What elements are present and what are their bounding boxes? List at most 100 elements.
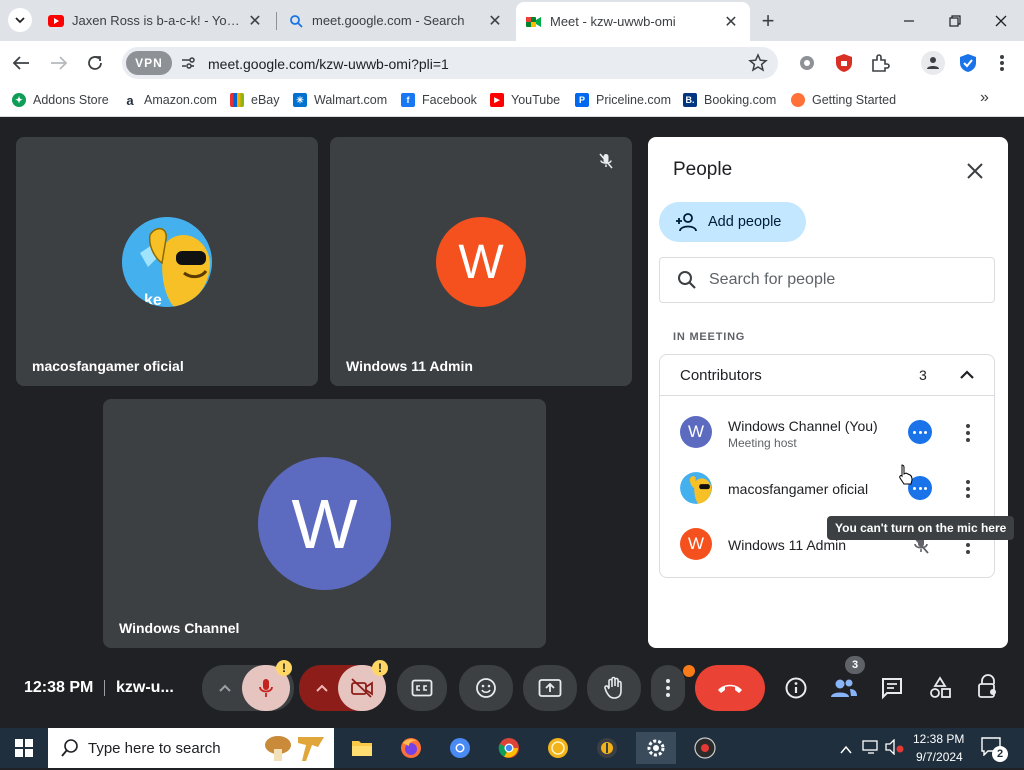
notification-count-badge: 2 [992,746,1008,762]
participant-name: Windows Channel [119,620,240,636]
close-panel-button[interactable] [962,158,988,184]
bookmark-booking[interactable]: B. Booking.com [683,90,776,110]
bookmark-facebook[interactable]: f Facebook [401,90,477,110]
close-window-button[interactable] [978,0,1024,41]
tab-meet[interactable]: Meet - kzw-uwwb-omi ✕ [516,2,750,41]
bookmark-label: Amazon.com [144,93,217,107]
start-button[interactable] [0,728,48,768]
panel-title: People [673,159,733,180]
tab-youtube[interactable]: Jaxen Ross is b-a-c-k! - YouTube ✕ [38,0,274,41]
meet-icon [526,14,542,30]
bookmark-priceline[interactable]: P Priceline.com [575,90,671,110]
bookmarks-overflow-button[interactable]: » [980,89,989,107]
reload-button[interactable] [80,48,110,78]
avatar: W [258,457,391,590]
meeting-code[interactable]: kzw-u... [116,679,174,697]
leave-call-button[interactable] [695,665,765,711]
emoji-icon [476,678,496,698]
forward-button[interactable] [44,48,74,78]
add-people-label: Add people [708,214,782,230]
browser-app-icon[interactable] [587,732,627,764]
bookmark-amazon[interactable]: a Amazon.com [123,90,217,110]
file-explorer-icon[interactable] [342,732,382,764]
activities-button[interactable] [928,676,952,700]
more-vert-icon[interactable] [966,422,970,443]
more-vert-icon[interactable] [966,478,970,499]
search-placeholder: Search for people [709,271,836,288]
new-tab-button[interactable]: + [756,8,780,33]
chrome-icon[interactable] [489,732,529,764]
priceline-icon: P [575,93,589,107]
tab-search[interactable]: meet.google.com - Search ✕ [278,0,514,41]
walmart-icon: ✳ [293,93,307,107]
settings-gear-icon[interactable] [636,732,676,764]
section-label: IN MEETING [673,331,746,343]
more-options-button[interactable] [651,665,685,711]
present-screen-icon [538,679,562,697]
participant-tile[interactable]: W Windows 11 Admin [330,137,632,386]
tab-title: Jaxen Ross is b-a-c-k! - YouTube [72,13,246,28]
avatar: W [680,416,712,448]
bookmark-getting-started[interactable]: Getting Started [791,90,896,110]
notification-dot [683,665,695,677]
recording-app-icon[interactable] [685,732,725,764]
cartoon-avatar: ke [122,217,212,307]
participant-tile[interactable]: ke macosfangamer oficial [16,137,318,386]
tab-search-dropdown-button[interactable] [8,8,32,32]
chevron-up-icon[interactable] [840,742,852,754]
bookmark-label: Facebook [422,93,477,107]
host-controls-button[interactable] [976,674,1000,700]
adblock-shield-icon[interactable] [834,53,854,73]
bookmark-label: YouTube [511,93,561,107]
chevron-up-icon [219,684,231,692]
extension-gear-icon[interactable] [797,53,817,73]
close-tab-icon[interactable]: ✕ [722,13,740,31]
warning-icon: ! [372,660,388,676]
extensions-puzzle-icon[interactable] [870,53,890,73]
site-settings-icon[interactable] [180,55,196,71]
raise-hand-button[interactable] [587,665,641,711]
clock-time[interactable]: 12:38 PM [913,732,964,746]
bookmark-youtube[interactable]: ▶ YouTube [490,90,560,110]
participant-tile[interactable]: W Windows Channel [103,399,546,648]
back-button[interactable] [6,48,36,78]
bookmark-star-icon[interactable] [748,53,768,73]
close-icon [967,163,983,179]
browser-menu-button[interactable] [992,53,1012,73]
bookmark-walmart[interactable]: ✳ Walmart.com [293,90,387,110]
chromium-icon[interactable] [440,732,480,764]
chat-button[interactable] [880,676,904,700]
participant-name: Windows 11 Admin [346,358,473,374]
profile-avatar[interactable] [921,51,945,75]
add-people-button[interactable]: Add people [659,202,806,242]
restore-button[interactable] [932,0,978,41]
bookmark-label: Getting Started [812,93,897,107]
captions-button[interactable] [397,665,447,711]
reactions-button[interactable] [459,665,513,711]
vpn-badge[interactable]: VPN [126,51,172,75]
close-tab-icon[interactable]: ✕ [246,12,264,30]
chevron-up-icon[interactable] [959,368,975,382]
close-tab-icon[interactable]: ✕ [486,12,504,30]
bookmark-addons-store[interactable]: ✦ Addons Store [12,90,109,110]
clock-date[interactable]: 9/7/2024 [916,750,963,764]
minimize-button[interactable] [886,0,932,41]
search-icon [678,271,696,289]
chevron-down-icon [15,17,25,24]
bookmark-label: Priceline.com [596,93,672,107]
tab-separator [276,12,277,30]
participant-name: macosfangamer oficial [32,358,184,374]
search-people-input[interactable]: Search for people [659,257,995,303]
password-shield-icon[interactable] [958,53,978,73]
volume-muted-icon[interactable] [884,738,904,756]
present-button[interactable] [523,665,577,711]
closed-captions-icon [411,679,433,697]
network-icon[interactable] [862,739,880,755]
meeting-details-button[interactable] [784,676,808,700]
firefox-icon[interactable] [391,732,431,764]
more-options-icon[interactable] [908,420,932,444]
url-text[interactable]: meet.google.com/kzw-uwwb-omi?pli=1 [208,56,449,72]
people-button[interactable] [830,676,858,700]
bookmark-ebay[interactable]: eBay [230,90,280,110]
coin-app-icon[interactable] [538,732,578,764]
